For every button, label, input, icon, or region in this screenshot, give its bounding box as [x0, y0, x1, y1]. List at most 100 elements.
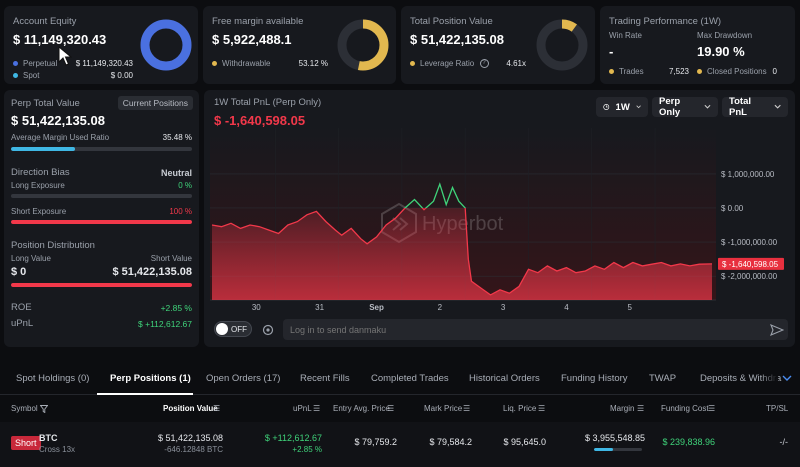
long-value: $ 0	[11, 266, 27, 278]
perpetual-row: Perpetual $ 11,149,320.43	[13, 59, 133, 68]
header-tpsl: TP/SL	[766, 404, 789, 413]
y-tick-label: $ 1,000,000.00	[721, 170, 775, 179]
sort-icon[interactable]: ☰	[213, 404, 220, 413]
x-tick-label: 2	[438, 303, 443, 312]
trades-label: Trades	[619, 67, 644, 76]
equity-donut	[140, 19, 192, 71]
timeframe-value: 1W	[615, 101, 630, 113]
pnl-chart: Hyperbot $ 1,000,000.00$ 0.00$ -1,000,00…	[210, 128, 784, 312]
margin-ratio-label: Average Margin Used Ratio	[11, 133, 110, 142]
liq-price: $ 95,645.0	[503, 437, 546, 447]
x-tick-label: 30	[252, 303, 261, 312]
tpsl-value[interactable]: -/-	[780, 437, 789, 447]
spot-dot	[13, 73, 18, 79]
tabs-fade	[760, 369, 778, 393]
tab-spot-holdings[interactable]: Spot Holdings (0)	[16, 369, 89, 395]
short-exposure-fill	[11, 220, 192, 224]
closed-dot	[697, 69, 702, 75]
sort-icon[interactable]: ☰	[313, 404, 320, 413]
leverage-dot	[410, 61, 415, 67]
leverage-value: 4.61x	[506, 59, 526, 69]
long-value-label: Long Value	[11, 254, 51, 263]
free-margin-label: Free margin available	[212, 16, 304, 27]
total-position-value: $ 51,422,135.08	[410, 32, 504, 47]
row-upnl-pct: +2.85 %	[292, 445, 322, 454]
sort-icon[interactable]: ☰	[637, 404, 644, 413]
toggle-off-label: OFF	[231, 325, 247, 334]
y-tick-label: $ -1,000,000.00	[721, 238, 778, 247]
x-tick-label: Sep	[369, 303, 384, 312]
filter-icon[interactable]	[40, 405, 48, 413]
direction-bias-value: Neutral	[160, 167, 192, 178]
tab-twap[interactable]: TWAP	[649, 369, 676, 395]
sort-icon[interactable]: ☰	[708, 404, 715, 413]
margin-ratio-bar	[11, 147, 192, 151]
header-liq-price[interactable]: Liq. Price	[503, 404, 536, 413]
total-position-card: Total Position Value $ 51,422,135.08 Lev…	[401, 6, 595, 84]
withdrawable-value: 53.12 %	[298, 59, 328, 68]
sort-icon[interactable]: ☰	[387, 404, 394, 413]
leverage-row: Leverage Ratio ? 4.61x	[410, 59, 526, 69]
header-symbol[interactable]: Symbol	[11, 404, 38, 413]
win-rate-label: Win Rate	[609, 31, 642, 40]
position-value: $ 51,422,135.08	[157, 433, 223, 443]
withdrawable-label: Withdrawable	[222, 59, 271, 68]
metric-dropdown[interactable]: Total PnL	[722, 96, 788, 118]
margin-ratio-fill	[11, 147, 76, 151]
danmaku-toggle[interactable]: OFF	[214, 321, 252, 337]
tab-funding-history[interactable]: Funding History	[561, 369, 628, 395]
x-tick-label: 3	[501, 303, 506, 312]
header-mark-price[interactable]: Mark Price	[424, 404, 462, 413]
spot-label: Spot	[23, 71, 40, 80]
row-margin-bar	[594, 448, 642, 451]
x-tick-label: 5	[627, 303, 632, 312]
tab-historical-orders[interactable]: Historical Orders	[469, 369, 540, 395]
tab-perp-positions[interactable]: Perp Positions (1)	[110, 369, 191, 395]
upnl-value: $ +112,612.67	[138, 318, 192, 329]
short-value: $ 51,422,135.08	[112, 266, 192, 278]
equity-donut-arc	[140, 19, 192, 71]
x-axis-ticks: 30 31 Sep 2 3 4 5	[252, 303, 633, 312]
header-upnl[interactable]: uPnL	[293, 404, 312, 413]
side-badge: Short	[11, 436, 41, 450]
distribution-bar	[11, 283, 192, 287]
active-tab-underline	[97, 393, 193, 395]
header-entry-price[interactable]: Entry Avg. Price	[333, 404, 390, 413]
tab-recent-fills[interactable]: Recent Fills	[300, 369, 350, 395]
timeframe-dropdown[interactable]: 1W	[596, 97, 648, 117]
closed-row: Closed Positions 0	[697, 67, 777, 76]
perpetual-dot	[13, 61, 18, 67]
danmaku-settings-icon[interactable]	[262, 324, 274, 336]
header-position-value[interactable]: Position Value	[163, 404, 218, 413]
tab-completed-trades[interactable]: Completed Trades	[371, 369, 449, 395]
free-margin-donut	[337, 19, 389, 71]
row-margin: $ 3,955,548.85	[584, 433, 645, 443]
current-value-marker: $ -1,640,598.05	[718, 257, 784, 270]
scope-dropdown[interactable]: Perp Only	[652, 96, 718, 118]
sort-icon[interactable]: ☰	[538, 404, 545, 413]
account-equity-value: $ 11,149,320.43	[13, 32, 107, 47]
header-margin[interactable]: Margin	[610, 404, 634, 413]
mark-price: $ 79,584.2	[429, 437, 472, 447]
tab-open-orders[interactable]: Open Orders (17)	[206, 369, 280, 395]
margin-ratio-value: 35.48 %	[162, 133, 192, 142]
y-tick-label: $ -2,000,000.00	[721, 272, 778, 281]
current-positions-button[interactable]: Current Positions	[117, 96, 193, 110]
withdrawable-row: Withdrawable 53.12 %	[212, 59, 328, 68]
trading-performance-label: Trading Performance (1W)	[609, 16, 722, 27]
symbol-name[interactable]: BTC	[39, 433, 58, 443]
sort-icon[interactable]: ☰	[463, 404, 470, 413]
position-size: -646.12848 BTC	[164, 445, 223, 454]
send-icon[interactable]	[770, 324, 784, 336]
perp-total-label: Perp Total Value	[11, 98, 80, 109]
spot-value: $ 0.00	[110, 71, 133, 80]
chevron-down-icon[interactable]	[782, 375, 792, 382]
current-value-tag: $ -1,640,598.05	[722, 260, 779, 269]
short-exposure-bar	[11, 220, 192, 224]
header-funding-cost[interactable]: Funding Cost	[661, 404, 709, 413]
perp-total-value: $ 51,422,135.08	[11, 113, 105, 128]
danmaku-input[interactable]	[283, 319, 788, 340]
trades-row: Trades 7,523	[609, 67, 689, 76]
help-icon[interactable]: ?	[479, 59, 489, 69]
win-rate-value: -	[609, 44, 614, 59]
